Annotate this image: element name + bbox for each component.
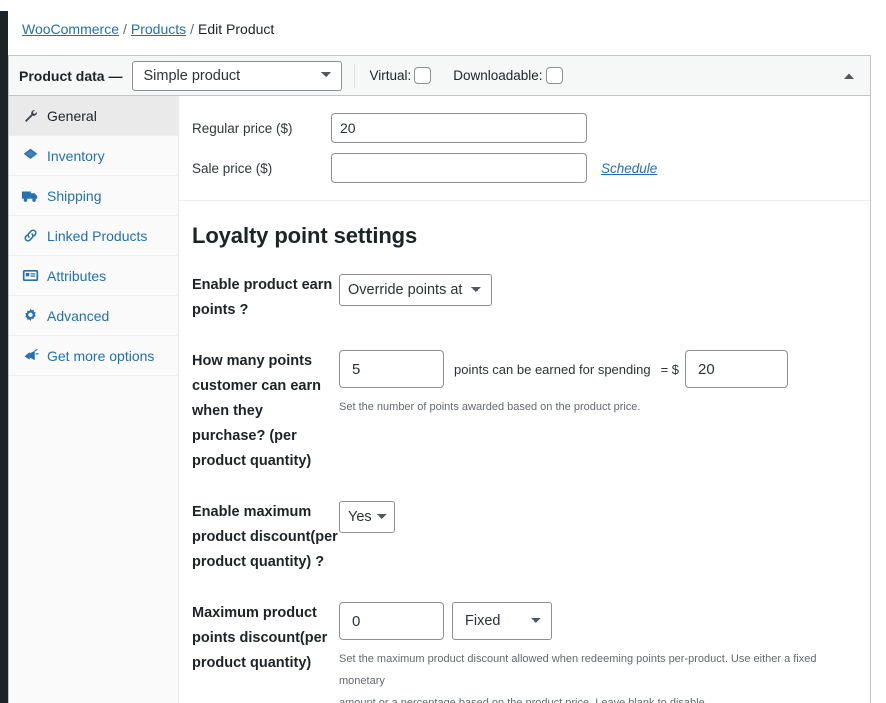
enable-max-discount-label: Enable maximum product discount(per prod… — [192, 504, 338, 570]
megaphone-icon — [21, 347, 39, 365]
virtual-checkbox-group: Virtual: — [369, 67, 432, 84]
sidebar-item-label: Shipping — [47, 187, 102, 204]
product-type-select[interactable]: Simple product — [132, 60, 343, 91]
breadcrumb-separator-2: / — [190, 21, 195, 37]
sidebar-item-general[interactable]: General — [9, 96, 178, 136]
downloadable-checkbox-group: Downloadable: — [453, 67, 563, 84]
enable-max-discount-select[interactable]: Yes — [339, 501, 395, 533]
header-divider — [354, 63, 356, 88]
product-data-body: General Inventory Shipping Linked Produc… — [9, 96, 870, 703]
sale-price-input[interactable] — [331, 153, 587, 183]
sidebar-item-get-more-options[interactable]: Get more options — [9, 336, 178, 376]
wrench-icon — [21, 107, 39, 125]
max-discount-input[interactable] — [339, 602, 444, 640]
chevron-up-icon[interactable] — [842, 69, 856, 83]
loyalty-settings-heading: Loyalty point settings — [192, 223, 418, 248]
virtual-label: Virtual: — [369, 68, 412, 83]
max-discount-hint: Set the maximum product discount allowed… — [339, 648, 839, 703]
screen: WooCommerce / Products / Edit Product Produc… — [0, 0, 886, 703]
truck-icon — [21, 187, 39, 205]
link-icon — [21, 227, 39, 245]
sidebar-item-label: Attributes — [47, 267, 107, 284]
admin-menu-edge-top-gap — [0, 0, 8, 11]
max-discount-row: Maximum product points discount(per prod… — [179, 601, 870, 703]
points-earn-line: points can be earned for spending = $ — [339, 350, 870, 388]
max-discount-label: Maximum product points discount(per prod… — [192, 605, 328, 671]
max-discount-hint-line1: Set the maximum product discount allowed… — [339, 653, 817, 687]
sidebar-item-linked-products[interactable]: Linked Products — [9, 216, 178, 256]
sidebar-item-advanced[interactable]: Advanced — [9, 296, 178, 336]
points-earn-middle-text: points can be earned for spending — [454, 361, 651, 377]
regular-price-input[interactable] — [331, 113, 587, 143]
gear-icon — [21, 307, 39, 325]
sidebar-item-label: Inventory — [47, 147, 105, 164]
admin-menu-edge — [0, 0, 8, 703]
sidebar-item-label: Advanced — [47, 307, 110, 324]
breadcrumb-link-woocommerce[interactable]: WooCommerce — [22, 21, 119, 37]
points-earn-row: How many points customer can earn when t… — [179, 349, 870, 474]
general-tab-content: Regular price ($) Sale price ($) Schedul… — [179, 96, 870, 703]
points-earned-input[interactable] — [339, 350, 444, 388]
product-data-title: Product data — — [19, 67, 123, 84]
enable-max-discount-row: Enable maximum product discount(per prod… — [179, 500, 870, 575]
sidebar-item-shipping[interactable]: Shipping — [9, 176, 178, 216]
points-earn-equals-text: = $ — [660, 361, 680, 377]
pricing-section: Regular price ($) Sale price ($) Schedul… — [179, 96, 870, 201]
schedule-sale-link[interactable]: Schedule — [601, 161, 657, 176]
downloadable-checkbox[interactable] — [545, 67, 563, 84]
enable-max-discount-field: Yes — [339, 500, 870, 533]
max-discount-line: Fixed — [339, 602, 870, 640]
sale-price-label: Sale price ($) — [192, 160, 273, 176]
sidebar-item-attributes[interactable]: Attributes — [9, 256, 178, 296]
sidebar-item-label: General — [47, 107, 97, 124]
sidebar-item-label: Get more options — [47, 347, 155, 364]
points-earn-field: points can be earned for spending = $ Se… — [339, 349, 870, 418]
sale-price-row: Sale price ($) Schedule — [179, 148, 870, 188]
regular-price-label: Regular price ($) — [192, 120, 293, 136]
attributes-icon — [21, 267, 39, 285]
sidebar-item-label: Linked Products — [47, 227, 148, 244]
downloadable-label: Downloadable: — [453, 68, 543, 83]
breadcrumb: WooCommerce / Products / Edit Product — [22, 18, 274, 40]
max-discount-field: Fixed Set the maximum product discount a… — [339, 601, 870, 703]
enable-earn-points-row: Enable product earn points ? Override po… — [179, 273, 870, 323]
enable-earn-points-select[interactable]: Override points at — [339, 274, 492, 306]
box-icon — [21, 147, 39, 165]
max-discount-hint-line2: amount or a percentage based on the prod… — [339, 697, 708, 703]
product-data-tabs: General Inventory Shipping Linked Produc… — [9, 96, 179, 703]
loyalty-point-settings-section: Loyalty point settings Enable product ea… — [179, 201, 870, 703]
breadcrumb-separator-1: / — [123, 21, 127, 37]
enable-earn-points-label: Enable product earn points ? — [192, 277, 333, 318]
virtual-checkbox[interactable] — [414, 67, 432, 84]
points-earn-hint: Set the number of points awarded based o… — [339, 401, 641, 413]
spend-amount-input[interactable] — [685, 350, 789, 388]
breadcrumb-link-products[interactable]: Products — [131, 21, 186, 37]
points-earn-label: How many points customer can earn when t… — [192, 353, 321, 469]
sidebar-item-inventory[interactable]: Inventory — [9, 136, 178, 176]
product-data-panel: Product data — Simple product Virtual: D… — [8, 55, 871, 703]
enable-earn-points-field: Override points at — [339, 273, 870, 306]
regular-price-row: Regular price ($) — [179, 108, 870, 148]
max-discount-type-select[interactable]: Fixed — [452, 602, 552, 640]
product-data-header: Product data — Simple product Virtual: D… — [9, 56, 870, 96]
breadcrumb-current-edit-product: Edit Product — [198, 21, 275, 37]
